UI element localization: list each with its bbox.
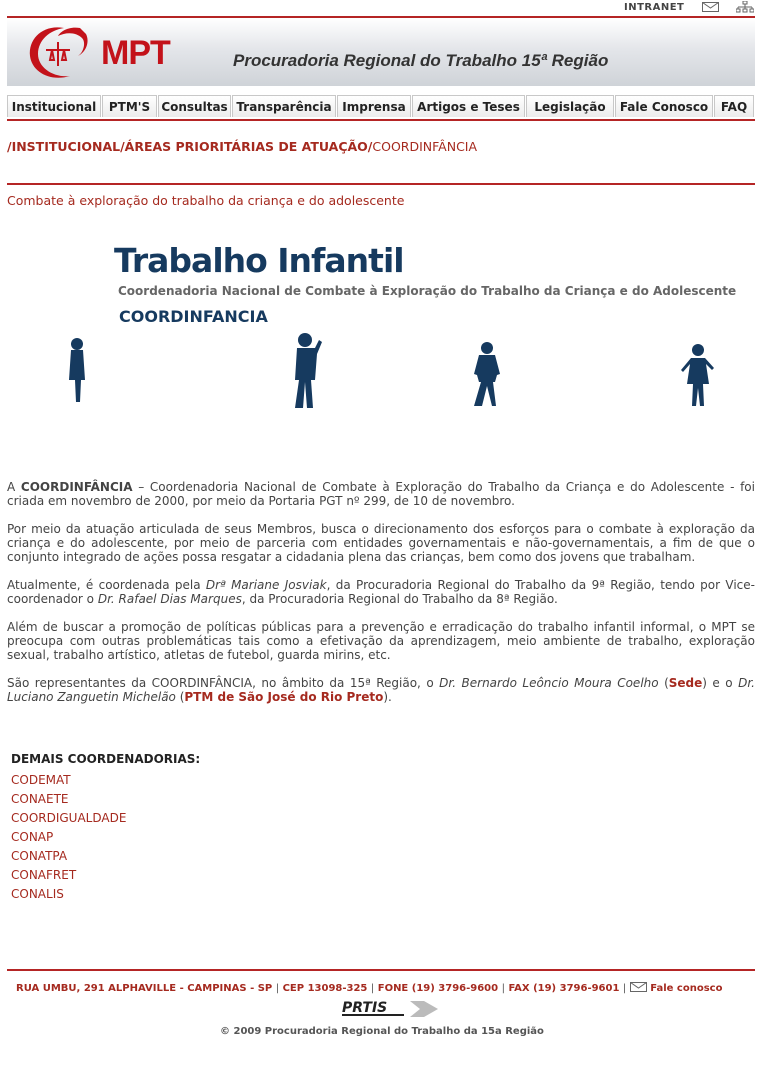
envelope-icon[interactable]: [702, 2, 719, 12]
other-coordinations-heading: DEMAIS COORDENADORIAS:: [11, 752, 201, 766]
page-subtitle: Combate à exploração do trabalho da cria…: [7, 193, 405, 208]
banner-title: Trabalho Infantil: [114, 241, 405, 280]
coordination-link-conalis[interactable]: CONALIS: [11, 886, 126, 905]
top-utility-bar: INTRANET: [0, 0, 762, 16]
footer-envelope-icon: [629, 982, 647, 992]
mpt-logo-text[interactable]: MPT: [101, 34, 171, 73]
coordination-link-coordigualdade[interactable]: COORDIGUALDADE: [11, 810, 126, 829]
paragraph-coordination: Atualmente, é coordenada pela Drª Marian…: [7, 578, 755, 606]
nav-transparencia[interactable]: Transparência: [232, 95, 336, 117]
breadcrumb-path[interactable]: /INSTITUCIONAL/ÁREAS PRIORITÁRIAS DE ATU…: [7, 139, 372, 154]
breadcrumb-current: COORDINFÂNCIA: [372, 139, 478, 154]
nav-faq[interactable]: FAQ: [714, 95, 754, 117]
coordination-link-conafret[interactable]: CONAFRET: [11, 867, 126, 886]
page-header-title: Procuradoria Regional do Trabalho 15ª Re…: [233, 51, 609, 70]
coordination-link-conatpa[interactable]: CONATPA: [11, 848, 126, 867]
coordination-link-conap[interactable]: CONAP: [11, 829, 126, 848]
sitemap-icon[interactable]: [736, 1, 754, 13]
nav-artigos-e-teses[interactable]: Artigos e Teses: [412, 95, 525, 117]
paragraph-intro: A COORDINFÂNCIA – Coordenadoria Nacional…: [7, 480, 755, 508]
site-header: MPT Procuradoria Regional do Trabalho 15…: [7, 16, 755, 86]
ptm-sao-jose-link[interactable]: PTM de São José do Rio Preto: [184, 690, 383, 704]
nav-imprensa[interactable]: Imprensa: [337, 95, 411, 117]
coordination-link-conaete[interactable]: CONAETE: [11, 791, 126, 810]
girl-silhouette-icon: [681, 344, 714, 406]
breadcrumb: /INSTITUCIONAL/ÁREAS PRIORITÁRIAS DE ATU…: [7, 139, 477, 154]
paragraph-scope: Além de buscar a promoção de políticas p…: [7, 620, 755, 662]
child-saluting-silhouette-icon: [295, 333, 322, 408]
prtis-logo-text: PRTIS: [342, 1000, 387, 1016]
paragraph-mission: Por meio da atuação articulada de seus M…: [7, 522, 755, 564]
footer-divider: [7, 969, 755, 971]
other-coordinations-list: CODEMAT CONAETE COORDIGUALDADE CONAP CON…: [11, 772, 126, 905]
article-body: A COORDINFÂNCIA – Coordenadoria Nacional…: [7, 480, 755, 718]
nav-legislacao[interactable]: Legislação: [526, 95, 614, 117]
footer-address: RUA UMBU, 291 ALPHAVILLE - CAMPINAS - SP…: [16, 982, 723, 994]
intranet-link[interactable]: INTRANET: [624, 2, 684, 13]
child-standing-silhouette-icon: [474, 342, 500, 406]
sede-link[interactable]: Sede: [669, 676, 703, 690]
child-silhouette-icon: [69, 338, 85, 402]
footer-fale-conosco-link[interactable]: Fale conosco: [650, 983, 722, 994]
nav-institucional[interactable]: Institucional: [7, 95, 101, 117]
nav-fale-conosco[interactable]: Fale Conosco: [615, 95, 713, 117]
nav-ptms[interactable]: PTM'S: [102, 95, 157, 117]
coordination-link-codemat[interactable]: CODEMAT: [11, 772, 126, 791]
nav-consultas[interactable]: Consultas: [158, 95, 231, 117]
divider: [7, 183, 755, 185]
paragraph-representatives: São representantes da COORDINFÂNCIA, no …: [7, 676, 755, 704]
banner-subtitle: Coordenadoria Nacional de Combate à Expl…: [118, 284, 737, 298]
prtis-logo-icon[interactable]: PRTIS: [340, 998, 440, 1020]
main-navigation: Institucional PTM'S Consultas Transparên…: [7, 95, 755, 121]
banner-acronym: COORDINFANCIA: [119, 307, 268, 326]
copyright-notice: © 2009 Procuradoria Regional do Trabalho…: [220, 1026, 544, 1037]
mpt-logo-icon[interactable]: [24, 22, 92, 84]
